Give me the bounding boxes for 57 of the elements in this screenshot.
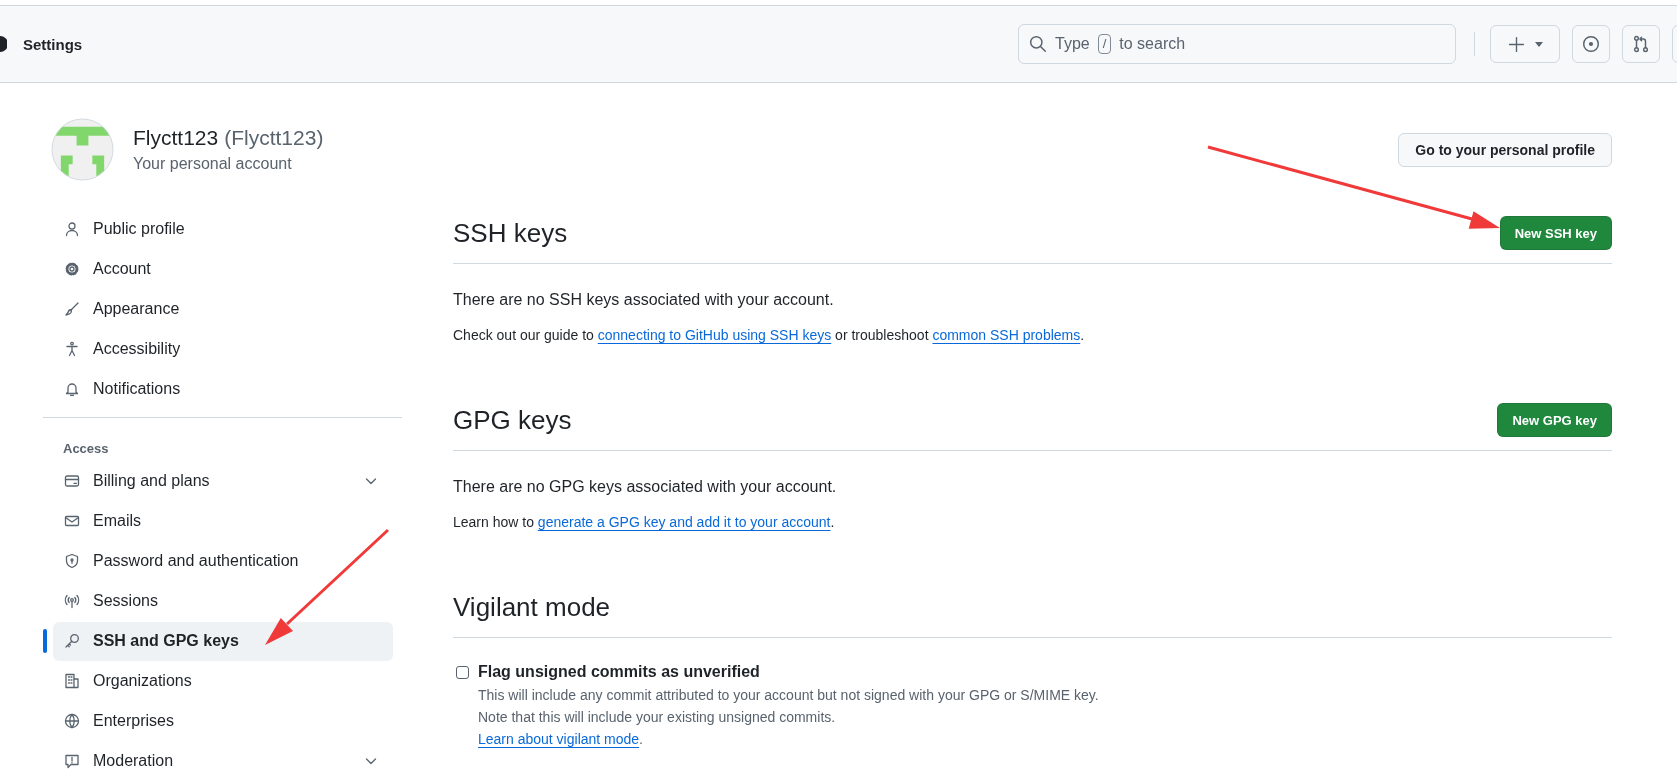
sidebar-item[interactable]: Notifications bbox=[53, 369, 393, 409]
sidebar-item[interactable]: Enterprises bbox=[53, 701, 393, 741]
person-icon bbox=[64, 221, 80, 237]
building-icon bbox=[64, 673, 80, 689]
speech-bubble-icon bbox=[64, 753, 80, 769]
sidebar-item[interactable]: Public profile bbox=[53, 209, 393, 249]
bell-icon bbox=[64, 381, 80, 397]
sidebar-item[interactable]: SSH and GPG keys bbox=[53, 621, 393, 661]
globe-icon bbox=[64, 713, 80, 729]
sidebar-item[interactable]: Emails bbox=[53, 501, 393, 541]
checkbox-label: Flag unsigned commits as unverified bbox=[478, 663, 760, 681]
section-title: SSH keys bbox=[453, 217, 568, 249]
credit-card-icon bbox=[64, 473, 80, 489]
accessibility-icon bbox=[64, 341, 80, 357]
help-link[interactable]: connecting to GitHub using SSH keys bbox=[597, 327, 832, 343]
circle-dot-icon bbox=[1582, 35, 1600, 53]
profile-button[interactable]: Go to your personal profile bbox=[1398, 132, 1612, 167]
sidebar-item[interactable]: Billing and plans bbox=[53, 461, 393, 501]
help-text: Learn how to generate a GPG key and add it to your account. bbox=[453, 513, 836, 532]
logo-icon[interactable] bbox=[0, 36, 7, 52]
sidebar-item[interactable]: Password and authentication bbox=[53, 541, 393, 581]
account-subtitle: Your personal account bbox=[133, 153, 293, 174]
section-title: Vigilant mode bbox=[453, 591, 611, 623]
paintbrush-icon bbox=[64, 301, 80, 317]
issues-button[interactable] bbox=[1572, 25, 1610, 63]
new-key-button[interactable]: New GPG key bbox=[1497, 403, 1612, 437]
section-title: GPG keys bbox=[453, 404, 572, 436]
broadcast-icon bbox=[64, 593, 80, 609]
sidebar-item[interactable]: Organizations bbox=[53, 661, 393, 701]
plus-icon bbox=[1507, 35, 1525, 53]
account-name: Flyctt123 bbox=[133, 124, 219, 151]
section-heading: Access bbox=[62, 440, 110, 458]
sidebar-item[interactable]: Account bbox=[53, 249, 393, 289]
checkbox[interactable] bbox=[456, 665, 469, 679]
empty-message: There are no GPG keys associated with your account. bbox=[453, 477, 838, 497]
pull-requests-button[interactable] bbox=[1622, 25, 1660, 63]
search-field[interactable]: Type / to search bbox=[1018, 24, 1456, 64]
sidebar-item[interactable]: Sessions bbox=[53, 581, 393, 621]
sidebar-item[interactable]: Accessibility bbox=[53, 329, 393, 369]
new-key-button[interactable]: New SSH key bbox=[1499, 216, 1612, 250]
description-text: Note that this will include your existing unsigned commits. bbox=[478, 708, 837, 727]
gear-icon bbox=[64, 261, 80, 277]
search-icon bbox=[1029, 35, 1047, 53]
description-text: This will include any commit attributed to your account but not signed with your GPG or S/MIME key. bbox=[478, 686, 1100, 705]
help-text: Learn about vigilant mode. bbox=[478, 730, 644, 749]
page-title: Settings bbox=[23, 35, 83, 53]
help-text: Check out our guide to connecting to GitHub using SSH keys or troubleshoot common SSH problems. bbox=[453, 326, 1086, 345]
sidebar-item[interactable]: Moderation bbox=[53, 741, 393, 779]
caret-icon bbox=[1534, 41, 1543, 47]
empty-message: There are no SSH keys associated with your account. bbox=[453, 290, 835, 310]
sidebar-item[interactable]: Appearance bbox=[53, 289, 393, 329]
mail-icon bbox=[64, 513, 80, 529]
key-icon bbox=[64, 633, 80, 649]
shield-icon bbox=[64, 553, 80, 569]
pull-request-icon bbox=[1632, 35, 1650, 53]
help-link[interactable]: Learn about vigilant mode bbox=[478, 731, 640, 747]
account-login: (Flyctt123) bbox=[224, 124, 324, 151]
